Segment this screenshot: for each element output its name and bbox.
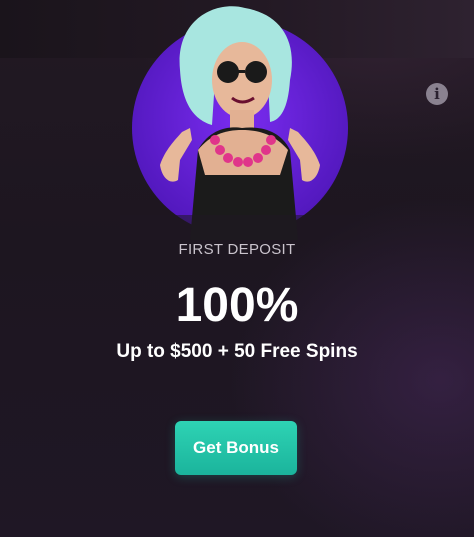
- hero-illustration: [120, 0, 360, 240]
- bonus-card: i FIRST DEPOSIT 100% Up to $500 + 50 Fre…: [0, 0, 474, 537]
- get-bonus-button[interactable]: Get Bonus: [175, 421, 297, 475]
- offer-subtitle: FIRST DEPOSIT: [178, 241, 296, 258]
- info-icon[interactable]: i: [426, 83, 448, 105]
- bonus-percent: 100%: [175, 279, 299, 332]
- hero-character-image: [120, 6, 360, 240]
- offer-description: Up to $500 + 50 Free Spins: [116, 341, 358, 362]
